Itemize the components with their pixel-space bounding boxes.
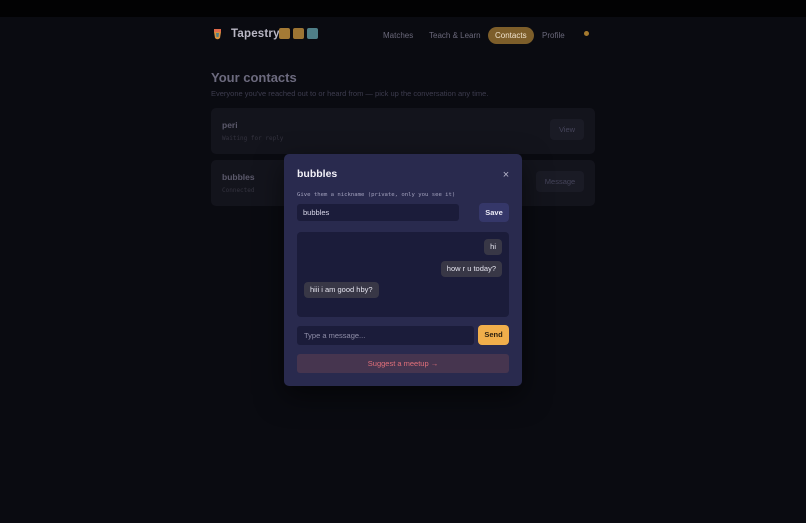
contact-status: Waiting for reply	[222, 135, 284, 142]
contact-name: bubbles	[222, 172, 255, 182]
brand-name[interactable]: Tapestry	[231, 28, 280, 40]
nickname-input[interactable]	[297, 204, 459, 221]
nav-matches[interactable]: Matches	[378, 27, 418, 44]
tapestry-logo-icon	[214, 29, 221, 40]
close-icon[interactable]: ×	[500, 169, 512, 181]
message-bubble-received: hiii i am good hby?	[304, 282, 379, 298]
page-subtitle: Everyone you've reached out to or heard …	[211, 89, 489, 98]
suggest-meetup-button[interactable]: Suggest a meetup →	[297, 354, 509, 373]
theme-swatch-2[interactable]	[293, 28, 304, 39]
message-input[interactable]	[297, 326, 474, 345]
message-thread[interactable]: hi how r u today? hiii i am good hby?	[297, 232, 509, 317]
window-top-bar	[0, 0, 806, 17]
page-title: Your contacts	[211, 70, 297, 85]
contact-card-peri[interactable]: peri Waiting for reply View	[211, 108, 595, 154]
send-button[interactable]: Send	[478, 325, 509, 345]
contact-name: peri	[222, 120, 238, 130]
nav-profile[interactable]: Profile	[537, 27, 570, 44]
message-button[interactable]: Message	[536, 171, 584, 192]
message-bubble-sent: hi	[484, 239, 502, 255]
theme-swatch-3[interactable]	[307, 28, 318, 39]
nav-teach-learn[interactable]: Teach & Learn	[424, 27, 486, 44]
contact-status: Connected	[222, 187, 255, 194]
save-button[interactable]: Save	[479, 203, 509, 222]
conversation-modal: bubbles × Give them a nickname (private,…	[284, 154, 522, 386]
theme-swatch-1[interactable]	[279, 28, 290, 39]
nickname-label: Give them a nickname (private, only you …	[297, 192, 456, 198]
nav-contacts[interactable]: Contacts	[488, 27, 534, 44]
message-bubble-sent: how r u today?	[440, 261, 502, 277]
modal-title: bubbles	[297, 168, 338, 180]
view-button[interactable]: View	[550, 119, 584, 140]
status-dot-icon[interactable]	[584, 31, 589, 36]
